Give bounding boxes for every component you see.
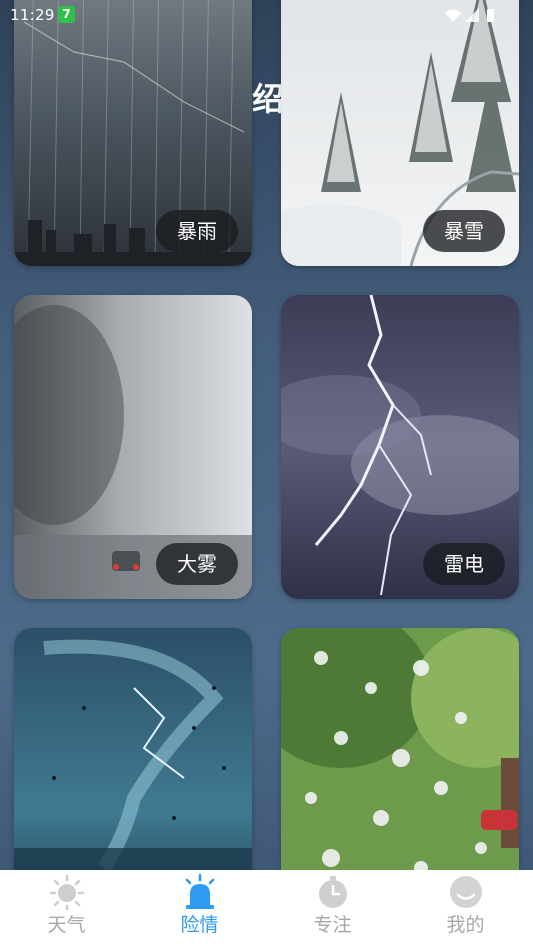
bottom-nav: 天气 险情 专注 我的	[0, 870, 533, 948]
card-label: 暴雪	[423, 210, 505, 252]
smiley-face-icon	[449, 876, 482, 908]
notification-badge-icon: 7	[58, 6, 75, 23]
tab-profile[interactable]: 我的	[399, 870, 532, 948]
card-label: 大雾	[156, 543, 238, 585]
hazard-card-thunder-lightning[interactable]: 雷电	[281, 295, 519, 599]
status-time: 11:29	[10, 6, 55, 24]
sun-icon	[49, 874, 84, 910]
stopwatch-icon	[318, 876, 347, 908]
tab-hazards[interactable]: 险情	[133, 870, 266, 948]
status-icons	[445, 8, 494, 22]
tab-focus[interactable]: 专注	[266, 870, 399, 948]
tab-focus-label: 专注	[313, 914, 352, 936]
signal-icon	[465, 8, 479, 22]
wifi-icon	[445, 9, 461, 22]
tab-profile-label: 我的	[446, 914, 485, 936]
tab-weather-label: 天气	[47, 914, 86, 936]
status-bar: 11:29 7	[0, 0, 533, 30]
hazard-card-heavy-fog[interactable]: 大雾	[14, 295, 252, 599]
battery-icon	[487, 9, 494, 22]
tab-weather[interactable]: 天气	[0, 870, 133, 948]
hazard-card-blizzard[interactable]: 暴雪	[281, 0, 519, 266]
page-title: 绍	[252, 80, 285, 118]
card-label: 雷电	[423, 543, 505, 585]
card-label: 暴雨	[156, 210, 238, 252]
alarm-siren-icon	[185, 874, 214, 909]
tab-hazards-label: 险情	[180, 914, 219, 936]
hazard-card-rainstorm[interactable]: 暴雨	[14, 0, 252, 266]
